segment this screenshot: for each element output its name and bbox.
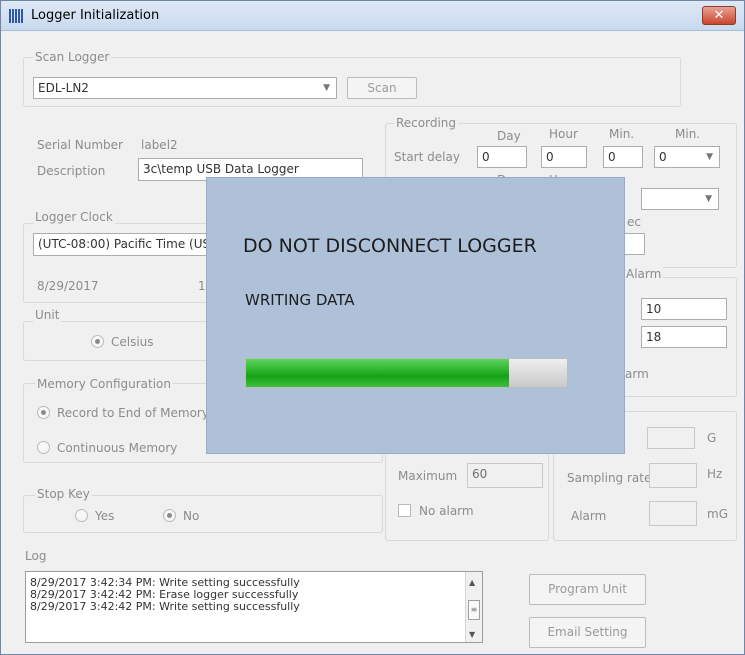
scroll-thumb[interactable]: ≡ <box>468 600 480 620</box>
serial-number-label: Serial Number <box>37 138 123 152</box>
record-to-end-label: Record to End of Memory <box>57 406 209 420</box>
celsius-radio[interactable] <box>91 335 104 348</box>
serial-number-value: label2 <box>141 138 178 152</box>
start-delay-label: Start delay <box>394 150 460 164</box>
scroll-down-icon[interactable]: ▼ <box>469 630 475 639</box>
writing-data-status: WRITING DATA <box>245 291 355 309</box>
chevron-down-icon: ▼ <box>705 194 712 204</box>
close-button[interactable]: ✕ <box>702 6 736 25</box>
accel-alarm-label: Alarm <box>571 509 607 523</box>
alarm-high-input[interactable]: 18 <box>641 326 727 348</box>
sampling-rate-input[interactable] <box>649 463 697 488</box>
app-icon <box>9 9 27 23</box>
progress-dialog: DO NOT DISCONNECT LOGGER WRITING DATA <box>206 177 625 454</box>
log-textbox[interactable]: 8/29/2017 3:42:34 PM: Write setting succ… <box>25 571 483 643</box>
hour-header: Hour <box>549 127 578 141</box>
continuous-memory-radio[interactable] <box>37 441 50 454</box>
start-delay-hour-input[interactable]: 0 <box>541 146 587 168</box>
sampling-rate-label: Sampling rate <box>567 471 652 485</box>
stop-key-yes-radio[interactable] <box>75 509 88 522</box>
day-header: Day <box>497 129 521 143</box>
start-delay-min-input[interactable]: 0 <box>603 146 643 168</box>
clock-date: 8/29/2017 <box>37 279 99 293</box>
memory-config-legend: Memory Configuration <box>35 377 173 391</box>
do-not-disconnect-message: DO NOT DISCONNECT LOGGER <box>243 235 537 257</box>
clock-time: 1 <box>198 279 206 293</box>
program-unit-button[interactable]: Program Unit <box>529 574 646 605</box>
chevron-down-icon: ▼ <box>706 152 713 162</box>
no-alarm-checkbox[interactable] <box>398 504 411 517</box>
stop-key-yes-label: Yes <box>95 509 115 523</box>
timezone-select[interactable]: (UTC-08:00) Pacific Time (US <box>33 233 213 256</box>
email-setting-button[interactable]: Email Setting <box>529 617 646 648</box>
alarm-legend: Alarm <box>624 267 664 281</box>
recording-legend: Recording <box>394 116 459 130</box>
alarm-low-input[interactable]: 10 <box>641 298 727 320</box>
log-label: Log <box>25 549 47 563</box>
scan-button[interactable]: Scan <box>347 77 417 99</box>
progress-fill <box>246 359 510 387</box>
alarm-label: arm <box>625 367 649 381</box>
progress-bar <box>245 358 568 388</box>
hz-unit-label: Hz <box>707 467 723 481</box>
stop-key-no-radio[interactable] <box>163 509 176 522</box>
title-bar: Logger Initialization ✕ <box>1 1 744 31</box>
close-icon: ✕ <box>713 8 725 23</box>
no-alarm-label: No alarm <box>419 504 474 518</box>
interval-select[interactable]: ▼ <box>641 188 719 210</box>
description-label: Description <box>37 164 106 178</box>
start-delay-min2-value: 0 <box>659 150 667 164</box>
record-to-end-radio[interactable] <box>37 406 50 419</box>
logger-clock-legend: Logger Clock <box>33 210 115 224</box>
start-delay-day-input[interactable]: 0 <box>477 146 527 168</box>
chevron-down-icon: ▼ <box>323 83 330 93</box>
stop-key-legend: Stop Key <box>35 487 92 501</box>
g-unit-label: G <box>707 431 717 445</box>
continuous-memory-label: Continuous Memory <box>57 441 178 455</box>
scroll-up-icon[interactable]: ▲ <box>469 578 475 587</box>
interval-sec-input[interactable] <box>623 233 645 255</box>
maximum-label: Maximum <box>398 469 458 483</box>
unit-legend: Unit <box>33 308 62 322</box>
min2-header: Min. <box>675 127 701 141</box>
logger-select-value: EDL-LN2 <box>38 81 89 95</box>
start-delay-min2-select[interactable]: 0 ▼ <box>654 146 720 168</box>
stop-key-no-label: No <box>183 509 200 523</box>
log-scrollbar[interactable]: ▲ ≡ ▼ <box>465 572 482 642</box>
logger-initialization-window: Logger Initialization ✕ Scan Logger EDL-… <box>0 0 745 655</box>
scan-logger-legend: Scan Logger <box>33 50 112 64</box>
logger-select[interactable]: EDL-LN2 ▼ <box>33 77 337 99</box>
log-line: 8/29/2017 3:42:42 PM: Write setting succ… <box>30 600 300 613</box>
sec-header: ec <box>627 215 641 229</box>
min-header: Min. <box>609 127 635 141</box>
celsius-label: Celsius <box>111 335 154 349</box>
accel-alarm-input[interactable] <box>649 501 697 526</box>
maximum-input[interactable]: 60 <box>467 463 543 488</box>
mg-unit-label: mG <box>707 507 728 521</box>
g-value-input[interactable] <box>647 427 695 449</box>
window-title: Logger Initialization <box>31 8 160 23</box>
